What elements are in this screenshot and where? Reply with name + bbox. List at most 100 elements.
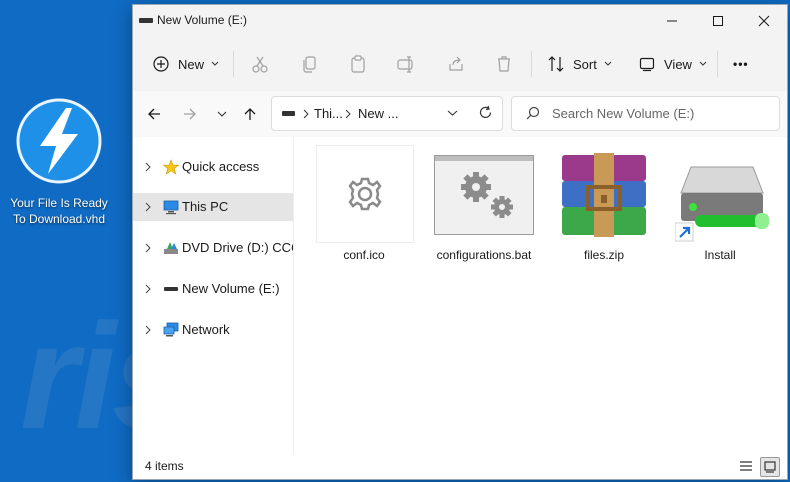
large-icons-view-button[interactable]: [760, 457, 780, 477]
back-button[interactable]: [143, 103, 165, 125]
plus-circle-icon: [153, 56, 169, 72]
search-placeholder: Search New Volume (E:): [552, 106, 695, 121]
title-bar: New Volume (E:): [133, 5, 787, 37]
share-icon: [449, 56, 463, 71]
command-bar: New Sort View •••: [133, 37, 787, 92]
desktop-file-label-line2: To Download.vhd: [12, 212, 106, 226]
minimize-button[interactable]: [649, 5, 695, 37]
winrar-archive-icon: [562, 153, 646, 237]
copy-icon: [303, 56, 316, 73]
sort-label: Sort: [573, 56, 597, 72]
forward-button[interactable]: [179, 103, 201, 125]
sort-icon: [548, 56, 564, 72]
close-button[interactable]: [741, 5, 787, 37]
status-bar: 4 items: [133, 453, 787, 479]
minimize-icon: [667, 20, 677, 22]
file-item[interactable]: Install: [665, 145, 775, 275]
chevron-down-icon: [699, 61, 707, 66]
new-button[interactable]: New: [153, 47, 219, 81]
maximize-button[interactable]: [695, 5, 741, 37]
chevron-right-icon: [145, 202, 151, 212]
nav-item-dvd-drive[interactable]: DVD Drive (D:) CCCC: [133, 234, 293, 262]
nav-item-label: This PC: [182, 199, 229, 214]
refresh-icon[interactable]: [478, 105, 493, 120]
computer-icon: [163, 200, 179, 215]
address-bar-row: Thi... New ... Search New Volume (E:): [133, 91, 787, 137]
chevron-right-icon: [145, 284, 151, 294]
nav-item-this-pc[interactable]: This PC: [133, 193, 293, 221]
divider: [233, 51, 234, 77]
file-name: Install: [704, 248, 736, 262]
trash-icon: [498, 56, 510, 72]
share-button[interactable]: [447, 47, 465, 81]
drive-icon: [282, 111, 295, 116]
chevron-right-icon: [145, 243, 151, 253]
desktop-file-label-line1: Your File Is Ready: [10, 196, 108, 210]
sort-button[interactable]: Sort: [547, 47, 612, 81]
new-label: New: [178, 56, 205, 72]
more-options-button[interactable]: •••: [733, 47, 749, 81]
dvd-drive-icon: [164, 242, 178, 254]
arrow-left-icon: [148, 108, 160, 120]
explorer-window: New Volume (E:) New Sort View ••• Thi...…: [132, 4, 788, 480]
nav-item-new-volume[interactable]: New Volume (E:): [133, 275, 293, 303]
nav-item-quick-access[interactable]: Quick access: [133, 153, 293, 181]
view-icon: [639, 57, 655, 72]
navigation-pane: Quick access This PC DVD Drive (D:) CCCC…: [133, 137, 294, 453]
lightning-disk-icon: [16, 98, 102, 184]
up-button[interactable]: [239, 103, 261, 125]
search-icon: [526, 106, 540, 120]
file-name: files.zip: [583, 248, 624, 262]
large-icons-view-icon: [764, 461, 776, 473]
chevron-down-icon: [211, 61, 219, 66]
batch-file-icon: [434, 155, 534, 235]
nav-item-label: DVD Drive (D:) CCCC: [182, 240, 293, 255]
view-label: View: [664, 56, 692, 72]
breadcrumb-this-pc[interactable]: Thi...: [314, 106, 343, 121]
recent-locations-button[interactable]: [211, 103, 233, 125]
close-icon: [758, 15, 770, 27]
nav-item-label: Quick access: [182, 159, 260, 174]
paste-button[interactable]: [349, 47, 367, 81]
chevron-right-icon: [303, 109, 309, 119]
cut-button[interactable]: [251, 47, 269, 81]
file-item[interactable]: files.zip: [549, 145, 659, 275]
item-count: 4 items: [145, 459, 184, 473]
window-title: New Volume (E:): [157, 13, 248, 27]
rename-button[interactable]: [397, 47, 415, 81]
arrow-up-icon: [244, 108, 256, 120]
divider: [531, 51, 532, 77]
drive-icon: [164, 287, 178, 291]
file-name: configurations.bat: [436, 248, 532, 262]
chevron-down-icon: [604, 61, 612, 66]
chevron-right-icon: [145, 325, 151, 335]
drive-icon: [139, 18, 153, 23]
file-item[interactable]: conf.ico: [309, 145, 419, 275]
gear-icon: [316, 145, 414, 243]
chevron-right-icon: [345, 109, 351, 119]
desktop-file-icon[interactable]: Your File Is Ready To Download.vhd: [6, 98, 112, 227]
breadcrumb-new-volume[interactable]: New ...: [358, 106, 398, 121]
nav-item-label: Network: [182, 322, 230, 337]
file-item[interactable]: configurations.bat: [429, 145, 539, 275]
view-button[interactable]: View: [639, 47, 707, 81]
nav-item-network[interactable]: Network: [133, 316, 293, 344]
chevron-right-icon: [145, 162, 151, 172]
delete-button[interactable]: [495, 47, 513, 81]
details-view-button[interactable]: [737, 457, 755, 475]
copy-button[interactable]: [301, 47, 319, 81]
search-field[interactable]: Search New Volume (E:): [511, 96, 780, 131]
file-list: conf.ico configurations.bat files.zip In…: [295, 137, 785, 453]
scissors-icon: [252, 56, 268, 73]
rename-icon: [397, 56, 413, 73]
chevron-down-icon[interactable]: [447, 109, 458, 117]
chevron-down-icon: [217, 111, 227, 117]
clipboard-icon: [351, 55, 365, 73]
details-view-icon: [740, 461, 752, 471]
star-icon: [163, 159, 179, 175]
maximize-icon: [713, 16, 723, 26]
file-name: conf.ico: [343, 248, 385, 262]
nav-item-label: New Volume (E:): [182, 281, 280, 296]
arrow-right-icon: [184, 108, 196, 120]
address-field[interactable]: Thi... New ...: [271, 96, 503, 131]
